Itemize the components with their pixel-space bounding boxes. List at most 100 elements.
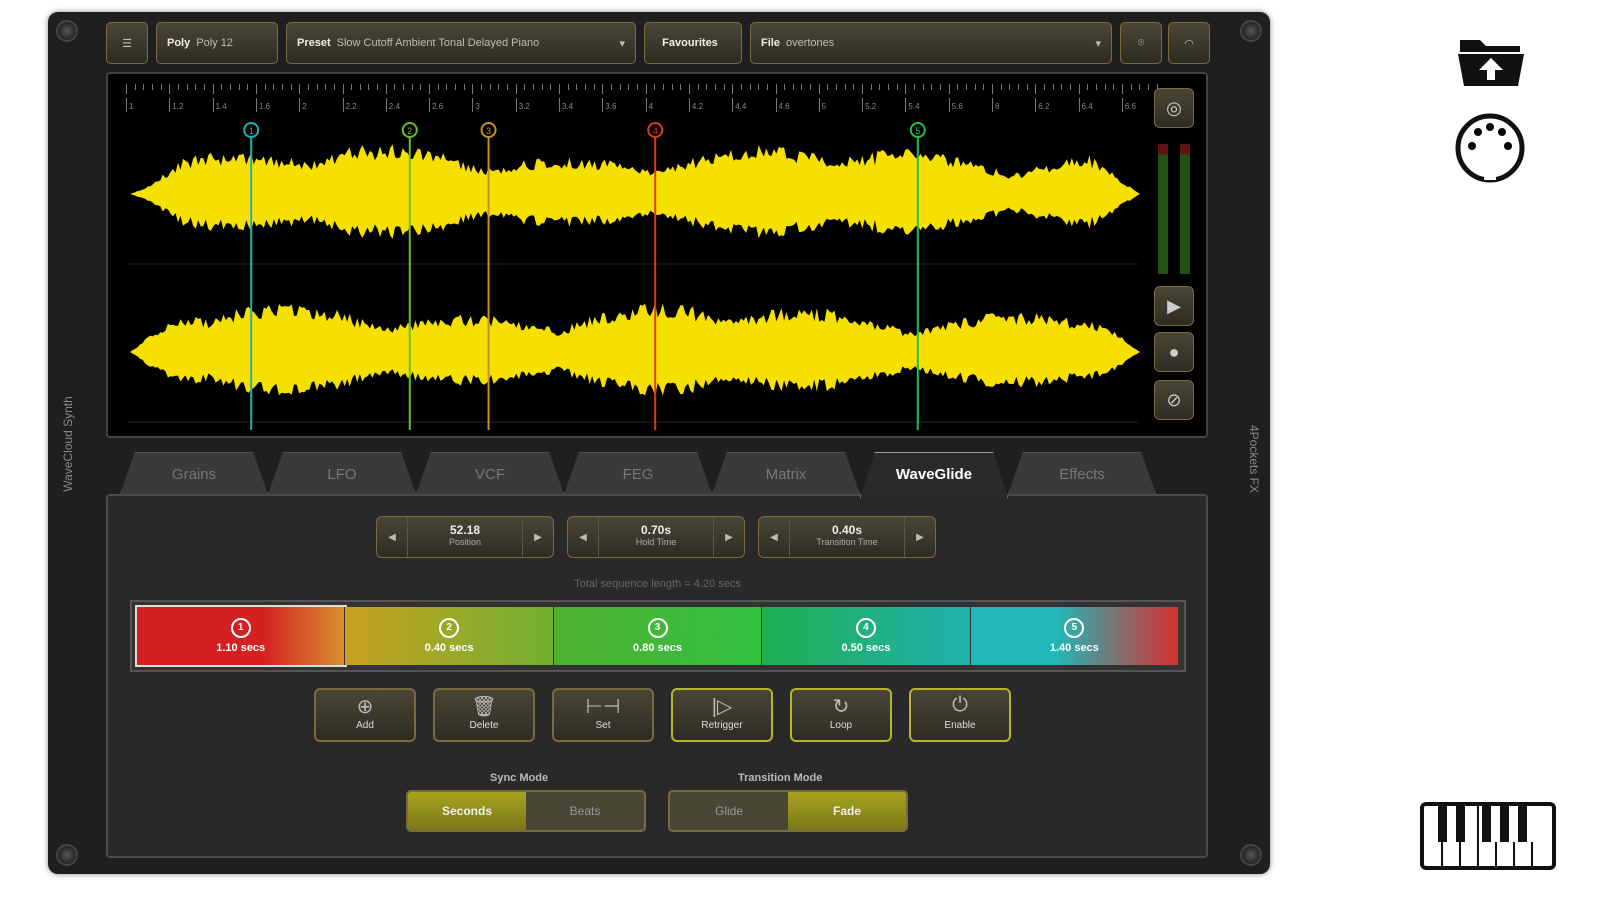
sequence-segment[interactable]: 4 0.50 secs xyxy=(762,607,970,665)
option-beats[interactable]: Beats xyxy=(526,792,644,830)
transition-mode-label: Transition Mode xyxy=(738,772,822,784)
sequence-segment[interactable]: 2 0.40 secs xyxy=(345,607,553,665)
segment-duration: 1.10 secs xyxy=(216,642,265,654)
transition-mode-toggle[interactable]: Glide Fade xyxy=(668,790,908,832)
screw-icon xyxy=(56,20,78,42)
sequence-segment[interactable]: 5 1.40 secs xyxy=(971,607,1179,665)
waveform-channel xyxy=(130,302,1140,396)
segment-number: 3 xyxy=(648,618,668,638)
marker-number: 2 xyxy=(407,126,412,136)
stepper-label: Hold Time xyxy=(599,537,713,547)
add-button[interactable]: ⊕ Add xyxy=(314,688,416,742)
camera-button[interactable]: ◎ xyxy=(1154,88,1194,128)
tab-lfo[interactable]: LFO xyxy=(268,452,416,494)
poly-select[interactable]: Poly Poly 12 xyxy=(156,22,278,64)
marker-number: 1 xyxy=(249,126,254,136)
waveform-display[interactable]: 1 1.2 1.4 1.6 2 2.2 2.4 2.6 3 3.2 3.4 3.6 4 4.2 4.4 4.6… xyxy=(106,72,1208,438)
segment-number: 4 xyxy=(856,618,876,638)
stepper-position[interactable]: ◀ 52.18 Position ▶ xyxy=(376,516,554,558)
decrement-button[interactable]: ◀ xyxy=(377,532,407,543)
tab-waveglide[interactable]: WaveGlide xyxy=(860,452,1008,498)
add-label: Add xyxy=(316,720,414,731)
midi-icon[interactable] xyxy=(1454,112,1526,184)
increment-button[interactable]: ▶ xyxy=(523,532,553,543)
delete-label: Delete xyxy=(435,720,533,731)
marker-number: 4 xyxy=(653,126,658,136)
record-icon: ● xyxy=(1169,342,1180,363)
camera-icon: ◎ xyxy=(1166,98,1182,119)
tab-effects[interactable]: Effects xyxy=(1008,452,1156,494)
tab-vcf[interactable]: VCF xyxy=(416,452,564,494)
tab-grains[interactable]: Grains xyxy=(120,452,268,494)
compass-icon: ⊘ xyxy=(1166,390,1181,411)
segment-number: 1 xyxy=(231,618,251,638)
option-fade[interactable]: Fade xyxy=(788,792,906,830)
retrigger-button[interactable]: |▷ Retrigger xyxy=(671,688,773,742)
sequence-bar[interactable]: 1 1.10 secs 2 0.40 secs 3 0.80 secs 4 0.50 secs… xyxy=(130,600,1186,672)
increment-button[interactable]: ▶ xyxy=(714,532,744,543)
preset-select[interactable]: Preset Slow Cutoff Ambient Tonal Delayed … xyxy=(286,22,636,64)
record-button[interactable]: ● xyxy=(1154,332,1194,372)
file-select[interactable]: File overtones ▾ xyxy=(750,22,1112,64)
stepper-display: 0.40s Transition Time xyxy=(789,517,905,557)
sync-mode-label: Sync Mode xyxy=(490,772,548,784)
play-button[interactable]: ▶ xyxy=(1154,286,1194,326)
waveform-channel xyxy=(130,144,1140,239)
tab-matrix[interactable]: Matrix xyxy=(712,452,860,494)
option-glide[interactable]: Glide xyxy=(670,792,788,830)
level-meter-left xyxy=(1158,144,1168,274)
stepper-display: 0.70s Hold Time xyxy=(598,517,714,557)
stepper-value: 0.40s xyxy=(790,523,904,537)
play-icon: ▶ xyxy=(1167,296,1181,317)
poly-label: Poly xyxy=(167,37,190,49)
enable-icon: ⏻ xyxy=(911,694,1009,720)
file-label: File xyxy=(761,37,780,49)
enable-label: Enable xyxy=(911,720,1009,731)
retrigger-label: Retrigger xyxy=(673,720,771,731)
folder-icon[interactable] xyxy=(1456,28,1526,90)
increment-button[interactable]: ▶ xyxy=(905,532,935,543)
segment-duration: 0.40 secs xyxy=(425,642,474,654)
tab-feg[interactable]: FEG xyxy=(564,452,712,494)
screw-icon xyxy=(1240,20,1262,42)
screw-icon xyxy=(1240,844,1262,866)
stepper-hold-time[interactable]: ◀ 0.70s Hold Time ▶ xyxy=(567,516,745,558)
segment-duration: 0.50 secs xyxy=(841,642,890,654)
stepper-label: Position xyxy=(408,537,522,547)
screw-icon xyxy=(56,844,78,866)
meter-button[interactable]: ◠ xyxy=(1168,22,1210,64)
segment-number: 2 xyxy=(439,618,459,638)
total-length: Total sequence length = 4.20 secs xyxy=(0,578,1315,590)
settings-button[interactable]: ⊘ xyxy=(1154,380,1194,420)
set-button[interactable]: ⊢⊣ Set xyxy=(552,688,654,742)
decrement-button[interactable]: ◀ xyxy=(759,532,789,543)
loop-button[interactable]: ↻ Loop xyxy=(790,688,892,742)
favourites-button[interactable]: Favourites xyxy=(644,22,742,64)
decrement-button[interactable]: ◀ xyxy=(568,532,598,543)
chevron-down-icon: ▾ xyxy=(619,37,625,50)
delete-button[interactable]: 🗑 Delete xyxy=(433,688,535,742)
marker-number: 5 xyxy=(915,126,920,136)
poly-value: Poly 12 xyxy=(196,37,233,49)
menu-button[interactable]: ☰ xyxy=(106,22,148,64)
gauge-icon: ◠ xyxy=(1184,37,1194,50)
keyboard-icon[interactable] xyxy=(1420,802,1556,870)
broadcast-icon: ⌾ xyxy=(1138,37,1145,50)
stepper-transition-time[interactable]: ◀ 0.40s Transition Time ▶ xyxy=(758,516,936,558)
option-seconds[interactable]: Seconds xyxy=(408,792,526,830)
stepper-display: 52.18 Position xyxy=(407,517,523,557)
sync-mode-toggle[interactable]: Seconds Beats xyxy=(406,790,646,832)
preset-label: Preset xyxy=(297,37,331,49)
app-name: WaveCloud Synth xyxy=(61,396,75,492)
set-icon: ⊢⊣ xyxy=(554,694,652,720)
segment-number: 5 xyxy=(1064,618,1084,638)
sequence-segment[interactable]: 3 0.80 secs xyxy=(554,607,762,665)
preset-value: Slow Cutoff Ambient Tonal Delayed Piano xyxy=(337,37,620,49)
broadcast-button[interactable]: ⌾ xyxy=(1120,22,1162,64)
enable-button[interactable]: ⏻ Enable xyxy=(909,688,1011,742)
file-value: overtones xyxy=(786,37,1096,49)
retrigger-icon: |▷ xyxy=(673,694,771,720)
sequence-segment[interactable]: 1 1.10 secs xyxy=(137,607,345,665)
loop-icon: ↻ xyxy=(792,694,890,720)
menu-icon: ☰ xyxy=(122,37,132,50)
